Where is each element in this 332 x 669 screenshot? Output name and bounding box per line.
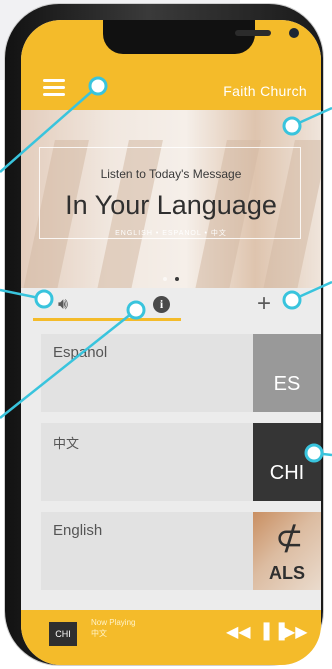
hero-subtitle: Listen to Today's Message (100, 167, 242, 181)
ear-icon: ⊄ (275, 518, 304, 558)
hero-languages: ENGLISH • ESPANOL • 中文 (115, 230, 227, 237)
hero-title: In Your Language (65, 190, 277, 220)
plus-icon[interactable]: + (257, 290, 271, 318)
now-playing-language: 中文 (91, 629, 107, 638)
language-code: ES (273, 373, 301, 395)
language-name: English (53, 522, 103, 539)
speaker-icon[interactable]: 🔊︎ (58, 296, 68, 314)
now-playing-bar[interactable]: CHI Now Playing 中文 ◀◀ ❚❚ ▶▶ (21, 610, 321, 665)
active-tab-indicator (33, 318, 181, 321)
phone-frame: Faith Church Listen to Today's Message I… (5, 4, 323, 665)
language-row-als[interactable]: English ⊄ ALS (41, 512, 321, 590)
language-code-tile: ES (253, 334, 321, 412)
carousel-dot[interactable] (163, 277, 167, 281)
church-name: Faith Church (223, 83, 307, 99)
language-code-tile: CHI (253, 423, 321, 501)
language-code: ALS (269, 563, 305, 583)
front-camera (289, 28, 299, 38)
now-playing-thumb[interactable]: CHI (49, 622, 77, 646)
language-name: Espanol (53, 344, 108, 361)
earpiece (235, 30, 271, 36)
tab-bar: 🔊︎ i + (21, 288, 321, 322)
app-screen: Faith Church Listen to Today's Message I… (21, 20, 321, 665)
hero-banner[interactable]: Listen to Today's Message In Your Langua… (21, 110, 321, 288)
carousel-dots[interactable] (21, 268, 321, 286)
info-icon[interactable]: i (153, 296, 170, 313)
rewind-icon[interactable]: ◀◀ (226, 622, 251, 641)
carousel-dot-active[interactable] (175, 277, 179, 281)
menu-icon[interactable] (43, 79, 65, 97)
language-code-tile: ⊄ ALS (253, 512, 321, 590)
language-name: 中文 (53, 436, 80, 451)
now-playing-label: Now Playing (91, 618, 136, 627)
forward-icon[interactable]: ▶▶ (283, 622, 308, 641)
phone-notch (103, 20, 299, 54)
language-code: CHI (269, 462, 305, 484)
language-row-chi[interactable]: 中文 CHI (41, 423, 321, 501)
language-row-es[interactable]: Espanol ES (41, 334, 321, 412)
